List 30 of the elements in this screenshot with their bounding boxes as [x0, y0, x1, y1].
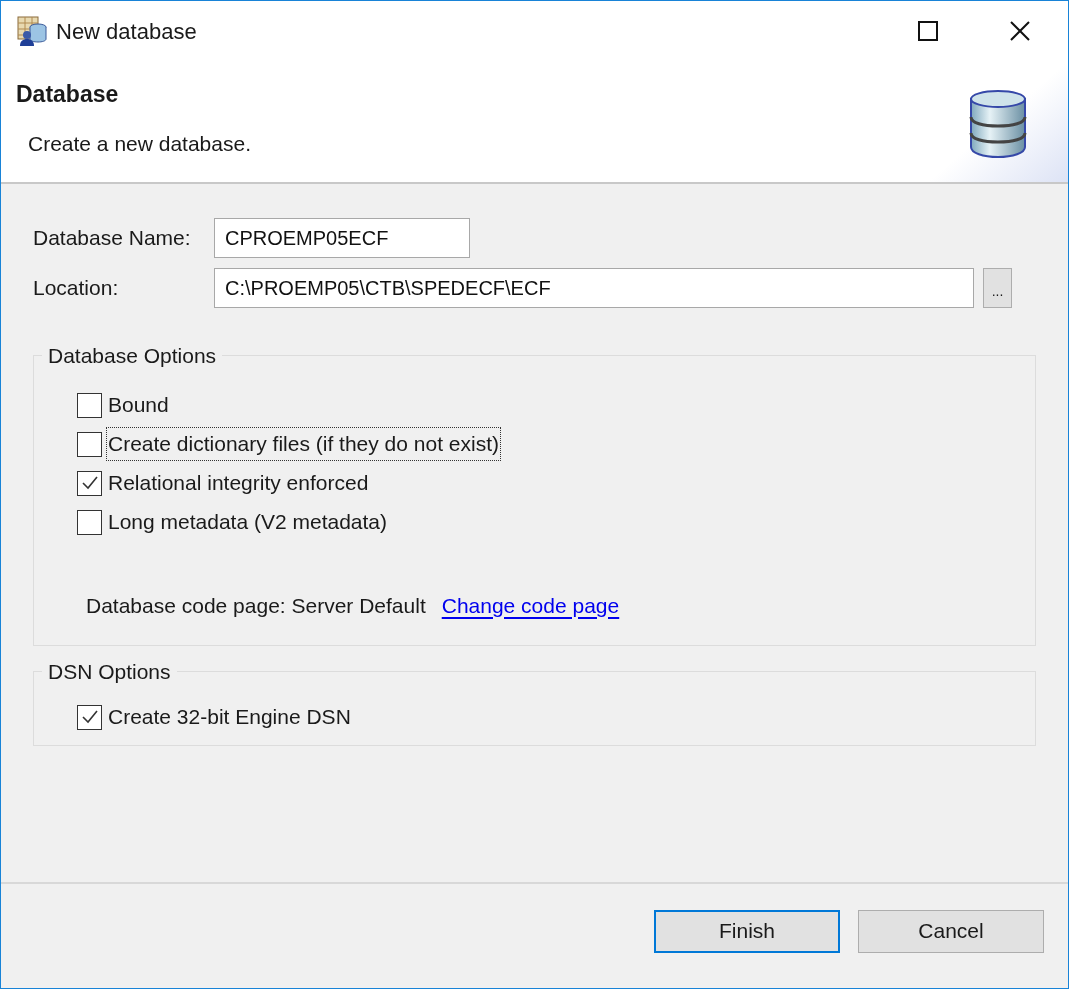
group-title: DSN Options [47, 659, 172, 685]
checkbox-label[interactable]: Create 32-bit Engine DSN [107, 701, 352, 733]
field-label: Database Name: [33, 225, 192, 252]
page-description: Create a new database. [28, 130, 251, 157]
field-label: Location: [33, 275, 120, 302]
database-app-icon [16, 15, 48, 47]
code-page-text: Database code page: Server Default [86, 592, 426, 619]
dialog-button[interactable]: Cancel [858, 909, 1044, 953]
page-title: Database [16, 80, 120, 109]
window-title: New database [56, 17, 197, 46]
checkbox[interactable] [77, 431, 102, 457]
dialog-button[interactable]: Finish [654, 909, 840, 953]
checkbox[interactable] [77, 509, 102, 535]
checkbox-label[interactable]: Bound [107, 389, 170, 421]
checkbox-label[interactable]: Create dictionary files (if they do not exist) [107, 428, 500, 460]
input-field[interactable]: C:\PROEMP05\CTB\SPEDECF\ECF [214, 268, 974, 308]
group-title: Database Options [47, 343, 218, 369]
checkbox-label[interactable]: Relational integrity enforced [107, 467, 370, 499]
close-icon[interactable] [1010, 21, 1030, 41]
checkbox[interactable] [77, 704, 102, 730]
browse-button[interactable]: ... [983, 268, 1012, 308]
change-code-page-link[interactable]: Change code page [441, 589, 620, 621]
database-icon [969, 89, 1027, 159]
input-field[interactable]: CPROEMP05ECF [214, 218, 470, 258]
checkbox[interactable] [77, 392, 102, 418]
maximize-icon[interactable] [918, 21, 938, 41]
check-icon [80, 474, 99, 492]
check-icon [80, 708, 99, 726]
checkbox-label[interactable]: Long metadata (V2 metadata) [107, 506, 388, 538]
checkbox[interactable] [77, 470, 102, 496]
